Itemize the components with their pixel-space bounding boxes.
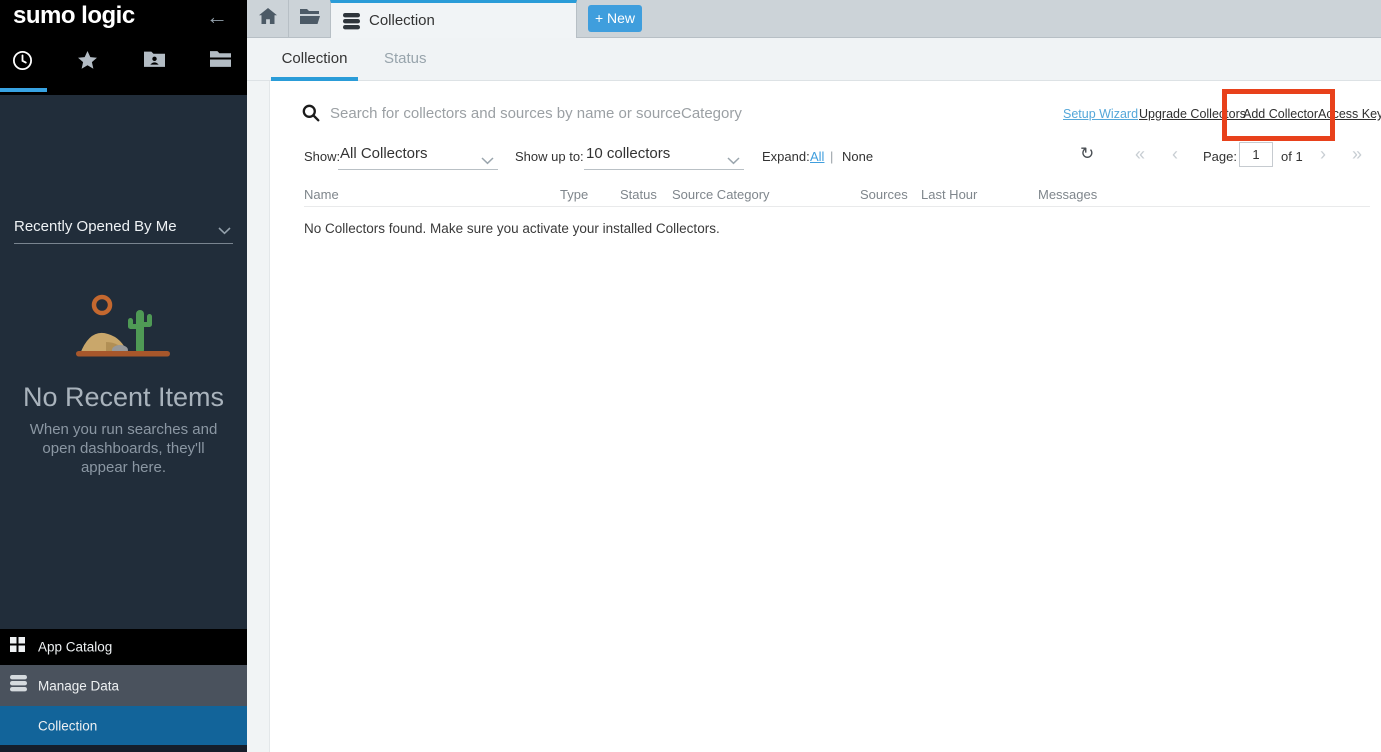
- column-header-name[interactable]: Name: [304, 187, 339, 202]
- page-count-label: of 1: [1281, 149, 1303, 164]
- show-up-to-label: Show up to:: [515, 149, 584, 164]
- favorites-tab-button[interactable]: [77, 50, 103, 76]
- sidebar-header: sumo logic ←: [0, 0, 247, 95]
- home-button[interactable]: [247, 0, 289, 37]
- column-header-messages[interactable]: Messages: [1038, 187, 1097, 202]
- folder-open-icon: [300, 9, 320, 29]
- chevron-down-icon: [727, 152, 740, 170]
- search-icon: [302, 104, 320, 127]
- sidebar-item-collection[interactable]: Collection: [0, 706, 247, 745]
- expand-all-link[interactable]: All: [810, 149, 824, 164]
- sidebar-footer: [0, 745, 247, 752]
- column-header-last-hour[interactable]: Last Hour: [921, 187, 977, 202]
- expand-none-link[interactable]: None: [842, 149, 873, 164]
- sidebar: sumo logic ←: [0, 0, 247, 752]
- show-label: Show:: [304, 149, 340, 164]
- tab-status[interactable]: Status: [384, 50, 427, 67]
- active-tab-indicator: [0, 88, 47, 92]
- expand-label: Expand:: [762, 149, 810, 164]
- chevron-down-icon: [218, 222, 231, 240]
- sidebar-item-app-catalog[interactable]: App Catalog: [0, 629, 247, 665]
- library-tab-button[interactable]: [210, 50, 236, 76]
- empty-state-message: When you run searches and open dashboard…: [18, 420, 229, 478]
- search-input[interactable]: [330, 98, 890, 128]
- column-header-sources[interactable]: Sources: [860, 187, 908, 202]
- shared-folder-icon: [144, 54, 165, 71]
- sumo-logic-app: sumo logic ←: [0, 0, 1381, 752]
- expand-separator: |: [830, 149, 833, 164]
- previous-page-button[interactable]: ‹: [1172, 144, 1178, 165]
- column-header-source-category[interactable]: Source Category: [672, 187, 770, 202]
- annotation-highlight-box: [1222, 89, 1335, 141]
- column-header-type[interactable]: Type: [560, 187, 588, 202]
- chevron-down-icon: [481, 152, 494, 170]
- recently-opened-label: Recently Opened By Me: [14, 218, 177, 235]
- refresh-icon[interactable]: ↻: [1080, 144, 1094, 164]
- tab-collection[interactable]: Collection: [271, 50, 358, 67]
- content-gutter: [247, 81, 270, 752]
- sidebar-item-manage-data[interactable]: Manage Data: [0, 665, 247, 706]
- divider: [14, 243, 233, 244]
- sumo-logic-logo: sumo logic: [13, 2, 135, 30]
- collapse-sidebar-button[interactable]: ←: [206, 4, 228, 30]
- page-number-input[interactable]: [1239, 142, 1273, 167]
- setup-wizard-link[interactable]: Setup Wizard: [1063, 107, 1138, 121]
- open-library-button[interactable]: [289, 0, 331, 37]
- desert-illustration: [76, 292, 170, 363]
- show-up-to-dropdown[interactable]: 10 collectors: [584, 142, 744, 170]
- recents-tab-button[interactable]: [12, 50, 38, 76]
- collection-panel: [270, 81, 1381, 752]
- first-page-button[interactable]: «: [1135, 144, 1145, 165]
- sidebar-item-label: Collection: [38, 718, 97, 733]
- page-label: Page:: [1203, 149, 1237, 164]
- tab-collection-document[interactable]: Collection: [330, 0, 577, 38]
- grid-icon: [10, 637, 25, 657]
- show-dropdown-value: All Collectors: [340, 145, 428, 162]
- empty-state-title: No Recent Items: [0, 382, 247, 413]
- next-page-button[interactable]: ›: [1320, 144, 1326, 165]
- sidebar-item-label: Manage Data: [38, 678, 119, 693]
- shared-content-tab-button[interactable]: [144, 50, 170, 76]
- show-up-to-dropdown-value: 10 collectors: [586, 145, 670, 162]
- tab-title: Collection: [369, 12, 435, 29]
- last-page-button[interactable]: »: [1352, 144, 1362, 165]
- table-header-divider: [304, 206, 1370, 207]
- database-icon: [343, 13, 360, 35]
- database-icon: [10, 675, 27, 697]
- column-header-status[interactable]: Status: [620, 187, 657, 202]
- new-button[interactable]: + New: [588, 5, 642, 32]
- table-empty-message: No Collectors found. Make sure you activ…: [304, 221, 720, 236]
- home-icon: [259, 8, 277, 29]
- show-dropdown[interactable]: All Collectors: [338, 142, 498, 170]
- star-icon: [77, 58, 98, 75]
- recently-opened-dropdown[interactable]: Recently Opened By Me: [0, 104, 247, 146]
- sidebar-item-label: App Catalog: [38, 640, 112, 655]
- clock-icon: [12, 58, 33, 75]
- folder-icon: [210, 54, 231, 71]
